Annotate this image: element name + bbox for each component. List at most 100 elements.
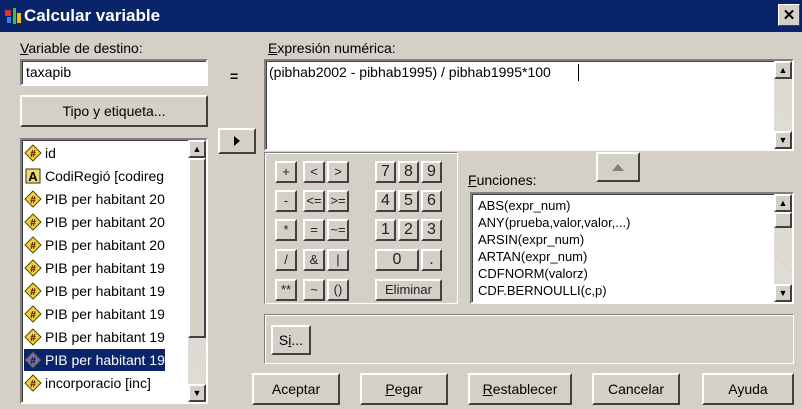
arrow-up-icon — [612, 164, 624, 171]
svg-text:#: # — [30, 195, 36, 206]
functions-scrollbar[interactable]: ▲ ▼ — [774, 194, 792, 302]
svg-text:#: # — [30, 264, 36, 275]
key-equals[interactable]: = — [303, 219, 325, 241]
numeric-variable-icon: # — [24, 351, 42, 369]
variable-list-item[interactable]: # PIB per habitant 20 — [24, 211, 165, 233]
move-to-expression-button[interactable] — [218, 128, 256, 154]
variable-label: PIB per habitant 19 — [45, 352, 165, 368]
if-button[interactable]: Si... — [271, 325, 311, 355]
scroll-down-icon[interactable]: ▼ — [188, 384, 206, 402]
scroll-thumb[interactable] — [774, 212, 792, 228]
variable-list-item[interactable]: # PIB per habitant 19 — [24, 280, 165, 302]
scroll-up-icon[interactable]: ▲ — [188, 140, 206, 158]
key-plus[interactable]: + — [275, 161, 297, 183]
target-variable-label: Variable de destino: — [20, 40, 143, 56]
key-7[interactable]: 7 — [375, 161, 396, 183]
variable-list-item[interactable]: # PIB per habitant 20 — [24, 188, 165, 210]
numeric-expression-textarea[interactable]: (pibhab2002 - pibhab1995) / pibhab1995*1… — [264, 59, 794, 151]
close-button[interactable]: ✕ — [778, 4, 800, 26]
key-power[interactable]: ** — [275, 279, 297, 301]
function-list-item[interactable]: ARSIN(expr_num) — [478, 232, 584, 248]
functions-list[interactable]: ABS(expr_num) ANY(prueba,valor,valor,...)… — [470, 192, 794, 304]
scroll-thumb[interactable] — [188, 158, 206, 338]
key-parentheses[interactable]: () — [327, 279, 349, 301]
key-not[interactable]: ~ — [303, 279, 325, 301]
reset-button[interactable]: Restablecer — [468, 373, 572, 405]
scroll-up-icon[interactable]: ▲ — [774, 61, 792, 79]
if-condition-panel: Si... — [264, 314, 794, 364]
function-list-item[interactable]: CDFNORM(valorz) — [478, 266, 588, 282]
key-minus[interactable]: - — [275, 190, 297, 212]
numeric-variable-icon: # — [24, 144, 42, 162]
type-and-label-button[interactable]: Tipo y etiqueta... — [20, 95, 208, 127]
svg-text:#: # — [30, 287, 36, 298]
numeric-variable-icon: # — [24, 282, 42, 300]
numeric-variable-icon: # — [24, 328, 42, 346]
key-less-than[interactable]: < — [303, 161, 325, 183]
help-button[interactable]: Ayuda — [702, 373, 794, 405]
variable-label: PIB per habitant 20 — [45, 237, 165, 253]
function-list-item[interactable]: ANY(prueba,valor,valor,...) — [478, 215, 630, 231]
variable-list-item[interactable]: # PIB per habitant 19 — [24, 326, 165, 348]
svg-text:#: # — [30, 218, 36, 229]
variable-list-item[interactable]: # PIB per habitant 19 — [23, 348, 166, 372]
target-variable-value: taxapib — [26, 64, 72, 80]
key-divide[interactable]: / — [275, 249, 297, 271]
title-bar: Calcular variable ✕ — [0, 0, 802, 32]
key-3[interactable]: 3 — [421, 219, 442, 241]
function-list-item[interactable]: CDF.BERNOULLI(c,p) — [478, 283, 607, 299]
svg-text:A: A — [28, 169, 38, 184]
key-5[interactable]: 5 — [398, 190, 419, 212]
svg-text:#: # — [30, 241, 36, 252]
key-6[interactable]: 6 — [421, 190, 442, 212]
cancel-button[interactable]: Cancelar — [592, 373, 680, 405]
scroll-up-icon[interactable]: ▲ — [774, 194, 792, 212]
key-4[interactable]: 4 — [375, 190, 396, 212]
variable-list-item[interactable]: A CodiRegió [codireg — [24, 165, 164, 187]
variable-label: PIB per habitant 20 — [45, 214, 165, 230]
key-1[interactable]: 1 — [375, 219, 396, 241]
key-multiply[interactable]: * — [275, 219, 297, 241]
text-cursor — [578, 64, 579, 81]
key-0[interactable]: 0 — [375, 249, 419, 271]
variable-label: PIB per habitant 19 — [45, 306, 165, 322]
scroll-down-icon[interactable]: ▼ — [774, 284, 792, 302]
equals-sign: = — [230, 68, 239, 84]
variable-list-item[interactable]: # id — [24, 142, 56, 164]
window-title: Calcular variable — [24, 6, 161, 25]
variable-list-item[interactable]: # incorporacio [inc] — [24, 372, 151, 394]
key-2[interactable]: 2 — [398, 219, 419, 241]
key-9[interactable]: 9 — [421, 161, 442, 183]
key-and[interactable]: & — [303, 249, 325, 271]
variable-label: PIB per habitant 19 — [45, 260, 165, 276]
key-or[interactable]: | — [327, 249, 349, 271]
key-decimal[interactable]: . — [421, 249, 442, 271]
function-list-item[interactable]: ARTAN(expr_num) — [478, 249, 587, 265]
accept-button[interactable]: Aceptar — [252, 373, 340, 405]
variable-label: PIB per habitant 19 — [45, 329, 165, 345]
variables-list[interactable]: # id A CodiRegió [codireg # PIB per habitant … — [20, 138, 208, 404]
svg-text:#: # — [30, 149, 36, 160]
scroll-down-icon[interactable]: ▼ — [774, 131, 792, 149]
function-list-item[interactable]: ABS(expr_num) — [478, 198, 570, 214]
string-variable-icon: A — [25, 168, 41, 184]
key-greater-equal[interactable]: >= — [327, 190, 349, 212]
svg-text:#: # — [30, 356, 36, 367]
key-greater-than[interactable]: > — [327, 161, 349, 183]
variables-scrollbar[interactable]: ▲ ▼ — [188, 140, 206, 402]
svg-text:#: # — [30, 310, 36, 321]
expression-scrollbar[interactable]: ▲ ▼ — [774, 61, 792, 149]
target-variable-input[interactable]: taxapib — [20, 59, 208, 86]
variable-list-item[interactable]: # PIB per habitant 19 — [24, 303, 165, 325]
numeric-expression-label: Expresión numérica: — [268, 40, 396, 56]
key-8[interactable]: 8 — [398, 161, 419, 183]
key-not-equal[interactable]: ~= — [327, 219, 349, 241]
delete-button[interactable]: Eliminar — [375, 279, 442, 301]
key-less-equal[interactable]: <= — [303, 190, 325, 212]
numeric-variable-icon: # — [24, 305, 42, 323]
variable-list-item[interactable]: # PIB per habitant 20 — [24, 234, 165, 256]
functions-label: Funciones: — [468, 172, 537, 188]
paste-function-button[interactable] — [596, 152, 640, 182]
paste-button[interactable]: Pegar — [360, 373, 448, 405]
variable-list-item[interactable]: # PIB per habitant 19 — [24, 257, 165, 279]
